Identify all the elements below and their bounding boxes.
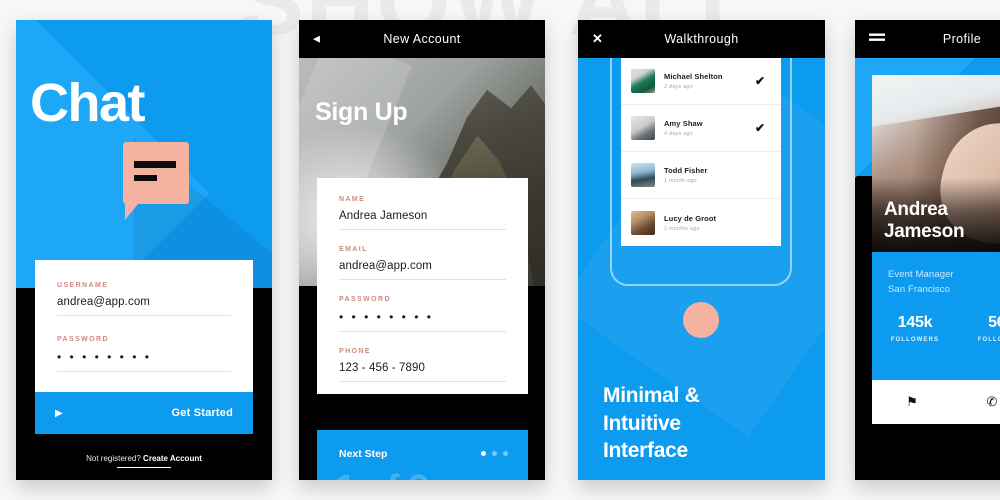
screen-chat-login: Chat USERNAME andrea@app.com PASSWORD • … <box>16 20 272 480</box>
phone-label: PHONE <box>339 348 371 355</box>
list-item[interactable]: Todd Fisher 1 month ago <box>621 152 781 199</box>
following-caption: FOLLOWING <box>977 337 1000 343</box>
username-field-group: USERNAME andrea@app.com <box>35 260 253 316</box>
contact-time: 2 months ago <box>664 225 700 232</box>
phone-input[interactable]: 123 - 456 - 7890 <box>339 355 506 382</box>
back-icon[interactable]: ◀ <box>313 34 320 45</box>
navbar-profile: Profile <box>855 20 1000 58</box>
list-item[interactable]: Amy Shaw 4 days ago ✔ <box>621 105 781 152</box>
username-input[interactable]: andrea@app.com <box>57 289 231 316</box>
next-step-label: Next Step <box>339 448 388 460</box>
password-label: PASSWORD <box>57 336 109 343</box>
signup-password-input[interactable]: • • • • • • • • <box>339 303 506 332</box>
navbar-walkthrough: ✕ Walkthrough <box>578 20 825 58</box>
step-dot-3[interactable] <box>503 451 508 456</box>
contact-time: 2 days ago <box>664 84 693 90</box>
contact-time: 1 month ago <box>664 178 697 184</box>
contact-name: Todd Fisher <box>664 166 708 175</box>
play-icon: ▶ <box>55 407 63 419</box>
flag-icon[interactable]: ⚑ <box>872 394 952 410</box>
email-field-group: EMAIL andrea@app.com <box>317 246 528 280</box>
speech-bubble-icon <box>123 142 189 220</box>
navbar-title: Profile <box>942 32 982 46</box>
step-dot-1[interactable] <box>481 451 486 456</box>
signup-password-label: PASSWORD <box>339 296 391 303</box>
check-icon: ✔ <box>754 121 765 135</box>
stat-followers[interactable]: 145k FOLLOWERS <box>872 314 958 343</box>
step-dot-2[interactable] <box>492 451 497 456</box>
list-item[interactable]: Lucy de Groot 2 months ago <box>621 199 781 246</box>
name-input[interactable]: Andrea Jameson <box>339 203 506 230</box>
hamburger-glyph <box>869 33 885 41</box>
not-registered-text: Not registered? <box>86 454 141 463</box>
list-item[interactable]: Michael Shelton 2 days ago ✔ <box>621 58 781 105</box>
next-step-button[interactable]: Next Step 1 of 3 <box>317 430 528 480</box>
step-counter-ghost: 1 of 3 <box>335 468 429 480</box>
screen-profile: Profile Andrea Jameson Event Manager San… <box>855 20 1000 480</box>
avatar-todd <box>631 163 655 187</box>
contact-name: Michael Shelton <box>664 72 723 81</box>
step-dots <box>481 451 508 456</box>
device-home-button <box>683 302 719 338</box>
password-field-group: PASSWORD • • • • • • • • <box>35 316 253 392</box>
app-title: Chat <box>30 73 146 133</box>
get-started-label: Get Started <box>171 407 233 419</box>
get-started-button[interactable]: ▶ Get Started <box>35 392 253 434</box>
device-screen-preview: Michael Shelton 2 days ago ✔ Amy Shaw 4 … <box>621 58 781 246</box>
email-label: EMAIL <box>339 246 368 253</box>
name-label: NAME <box>339 196 366 203</box>
list-item-text: Todd Fisher 1 month ago <box>664 166 771 184</box>
login-card: USERNAME andrea@app.com PASSWORD • • • •… <box>35 260 253 434</box>
screen-walkthrough: ✕ Walkthrough Michael Shelton 2 days ago… <box>578 20 825 480</box>
navbar-title: Walkthrough <box>664 32 739 46</box>
profile-city: San Francisco <box>888 283 951 295</box>
avatar-michael <box>631 69 655 93</box>
name-field-group: NAME Andrea Jameson <box>317 196 528 230</box>
contact-time: 4 days ago <box>664 131 693 137</box>
stat-following[interactable]: 56k FOLLOWING <box>958 314 1000 343</box>
create-account-link[interactable]: Create Account <box>143 454 202 463</box>
signup-form-card: NAME Andrea Jameson EMAIL andrea@app.com… <box>317 178 528 394</box>
screen-new-account: ◀ New Account Sign Up NAME Andrea Jameso… <box>299 20 545 480</box>
signup-title: Sign Up <box>315 98 408 126</box>
footer-signup-prompt: Not registered? Create Account <box>16 454 272 468</box>
avatar-lucy <box>631 210 655 235</box>
walkthrough-headline: Minimal & Intuitive Interface <box>603 384 700 463</box>
close-icon[interactable]: ✕ <box>592 31 603 47</box>
bubble-line-1 <box>134 161 176 168</box>
screenshot-stage: SHOW ALL Chat USERNAME andrea@app.com PA… <box>0 0 1000 500</box>
phone-icon[interactable]: ✆ <box>952 394 1000 410</box>
profile-name: Andrea Jameson <box>884 199 965 242</box>
bubble-line-2 <box>134 175 157 181</box>
password-input[interactable]: • • • • • • • • <box>57 343 231 372</box>
navbar-new-account: ◀ New Account <box>299 20 545 58</box>
followers-count: 145k <box>897 314 933 331</box>
signup-password-field-group: PASSWORD • • • • • • • • <box>317 296 528 332</box>
list-item-text: Lucy de Groot 2 months ago <box>664 214 771 232</box>
avatar-amy <box>631 116 655 140</box>
check-icon: ✔ <box>754 74 765 88</box>
profile-stats: 145k FOLLOWERS 56k FOLLOWING <box>872 314 1000 343</box>
phone-field-group: PHONE 123 - 456 - 7890 <box>317 348 528 382</box>
profile-action-bar: ⚑ ✆ <box>872 380 1000 424</box>
contact-name: Amy Shaw <box>664 119 703 128</box>
hamburger-icon[interactable] <box>869 33 885 45</box>
walkthrough-body: Michael Shelton 2 days ago ✔ Amy Shaw 4 … <box>578 58 825 480</box>
navbar-title: New Account <box>383 32 461 46</box>
profile-photo: Andrea Jameson <box>872 75 1000 252</box>
following-count: 56k <box>988 314 1000 331</box>
username-label: USERNAME <box>57 282 109 289</box>
link-underline <box>117 467 171 468</box>
profile-role: Event Manager <box>888 269 954 280</box>
email-input[interactable]: andrea@app.com <box>339 253 506 280</box>
list-item-text: Michael Shelton 2 days ago <box>664 72 755 90</box>
profile-meta-panel: Event Manager San Francisco 145k FOLLOWE… <box>872 252 1000 380</box>
followers-caption: FOLLOWERS <box>890 337 940 343</box>
contact-name: Lucy de Groot <box>664 213 717 223</box>
list-item-text: Amy Shaw 4 days ago <box>664 119 755 137</box>
